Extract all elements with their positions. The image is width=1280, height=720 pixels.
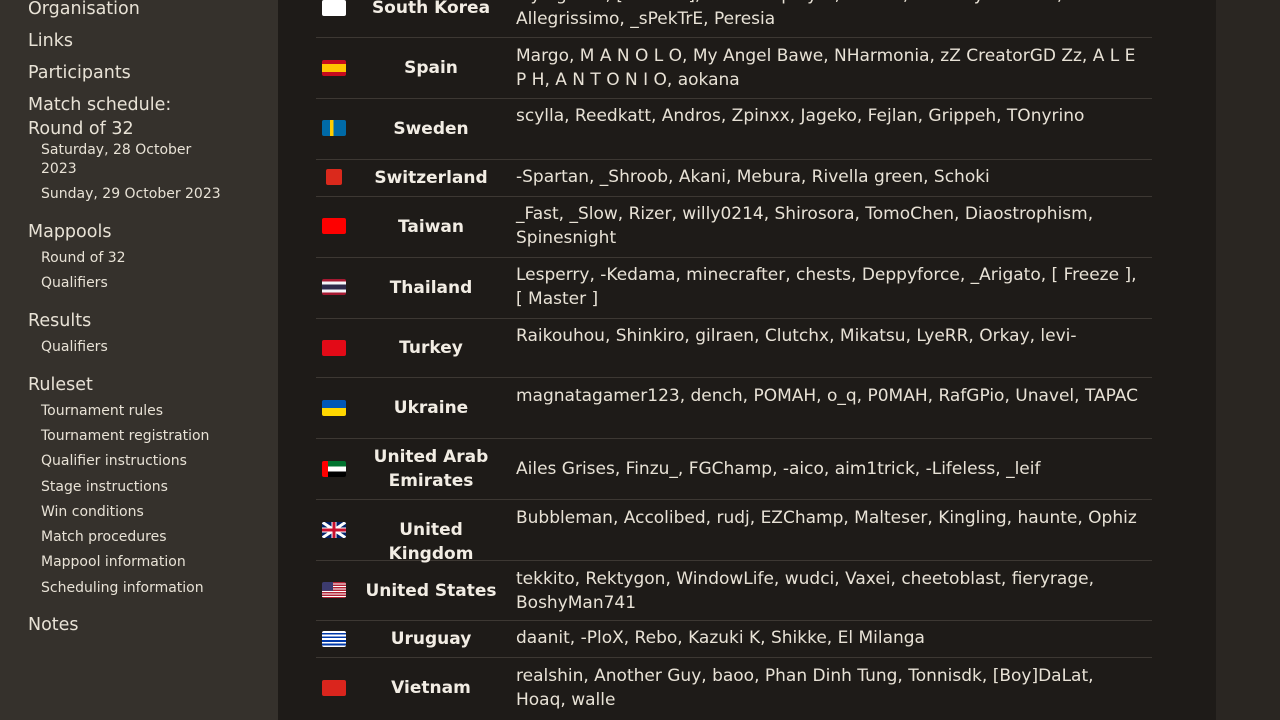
nav-rule-item[interactable]: Stage instructions <box>41 478 168 497</box>
flag-icon <box>322 279 346 295</box>
nav-mappool-ro32[interactable]: Round of 32 <box>41 249 126 268</box>
country-name: Sweden <box>393 119 469 139</box>
country-name: Vietnam <box>391 678 471 698</box>
table-row: Switzerland -Spartan, _Shroob, Akani, Me… <box>316 160 1152 197</box>
table-row: Ukraine magnatagamer123, dench, POMAH, o… <box>316 378 1152 439</box>
page-margin <box>1216 0 1280 720</box>
nav-round-of-32[interactable]: Round of 32 <box>28 117 134 141</box>
players-list: _Fast, _Slow, Rizer, willy0214, Shirosor… <box>516 204 1094 248</box>
players-list: scylla, Reedkatt, Andros, Zpinxx, Jageko… <box>516 106 1085 126</box>
country-name: United Arab Emirates <box>373 447 489 491</box>
country-name: Thailand <box>389 278 473 298</box>
players-list: Lesperry, -Kedama, minecrafter, chests, … <box>516 265 1137 309</box>
nav-rule-item[interactable]: Match procedures <box>41 528 167 547</box>
country-name: Turkey <box>399 338 463 358</box>
table-row: Spain Margo, M A N O L O, My Angel Bawe,… <box>316 38 1152 99</box>
players-list: tekkito, Rektygon, WindowLife, wudci, Va… <box>516 569 1094 613</box>
flag-icon <box>322 120 346 136</box>
flag-icon <box>322 60 346 76</box>
nav-mappools[interactable]: Mappools <box>28 220 111 244</box>
table-row: South Korea Flyingtuna, [Karcher], worst… <box>316 0 1152 38</box>
flag-icon <box>322 400 346 416</box>
flag-icon <box>322 631 346 647</box>
players-list: magnatagamer123, dench, POMAH, o_q, P0MA… <box>516 386 1139 406</box>
table-row: Thailand Lesperry, -Kedama, minecrafter,… <box>316 258 1152 319</box>
country-name: Taiwan <box>398 217 464 237</box>
nav-results-qualifiers[interactable]: Qualifiers <box>41 338 108 357</box>
nav-rule-item[interactable]: Qualifier instructions <box>41 452 187 471</box>
players-list: Flyingtuna, [Karcher], worst hr player, … <box>516 0 1062 29</box>
nav-rule-item[interactable]: Tournament rules <box>41 402 163 421</box>
table-row: United Kingdom Bubbleman, Accolibed, rud… <box>316 500 1152 564</box>
players-list: -Spartan, _Shroob, Akani, Mebura, Rivell… <box>516 167 990 187</box>
players-list: Margo, M A N O L O, My Angel Bawe, NHarm… <box>516 46 1136 90</box>
sidebar-nav: Organisation Links Participants Match sc… <box>0 0 278 720</box>
flag-icon <box>322 522 346 538</box>
players-list: Bubbleman, Accolibed, rudj, EZChamp, Mal… <box>516 508 1137 528</box>
table-row: United Arab Emirates Ailes Grises, Finzu… <box>316 439 1152 500</box>
players-list: realshin, Another Guy, baoo, Phan Dinh T… <box>516 666 1094 710</box>
flag-icon <box>322 0 346 16</box>
players-list: Ailes Grises, Finzu_, FGChamp, -aico, ai… <box>516 459 1041 479</box>
nav-rule-item[interactable]: Mappool information <box>41 553 186 572</box>
flag-icon <box>322 340 346 356</box>
country-name: Switzerland <box>374 168 488 188</box>
nav-sunday[interactable]: Sunday, 29 October 2023 <box>41 185 221 204</box>
players-list: Raikouhou, Shinkiro, gilraen, Clutchx, M… <box>516 326 1077 346</box>
nav-organisation[interactable]: Organisation <box>28 0 140 21</box>
table-row: Sweden scylla, Reedkatt, Andros, Zpinxx,… <box>316 99 1152 160</box>
nav-rule-item[interactable]: Tournament registration <box>41 427 209 446</box>
table-row: Turkey Raikouhou, Shinkiro, gilraen, Clu… <box>316 319 1152 378</box>
country-name: United Kingdom <box>388 520 474 564</box>
nav-rule-item[interactable]: Scheduling information <box>41 579 204 598</box>
table-row: Taiwan _Fast, _Slow, Rizer, willy0214, S… <box>316 197 1152 258</box>
nav-participants[interactable]: Participants <box>28 61 131 85</box>
nav-results[interactable]: Results <box>28 309 91 333</box>
nav-ruleset[interactable]: Ruleset <box>28 373 93 397</box>
nav-notes[interactable]: Notes <box>28 613 79 637</box>
flag-icon <box>322 218 346 234</box>
table-row: Uruguay daanit, -PloX, Rebo, Kazuki K, S… <box>316 621 1152 658</box>
players-list: daanit, -PloX, Rebo, Kazuki K, Shikke, E… <box>516 628 925 648</box>
country-name: United States <box>365 581 497 601</box>
nav-rule-item[interactable]: Win conditions <box>41 503 144 522</box>
country-name: Ukraine <box>393 398 469 418</box>
nav-saturday[interactable]: Saturday, 28 October 2023 <box>41 141 231 179</box>
table-row: United States tekkito, Rektygon, WindowL… <box>316 561 1152 621</box>
table-row: Vietnam realshin, Another Guy, baoo, Pha… <box>316 658 1152 720</box>
nav-links[interactable]: Links <box>28 29 73 53</box>
country-name: Spain <box>404 58 458 78</box>
flag-icon <box>322 680 346 696</box>
nav-match-schedule[interactable]: Match schedule: <box>28 93 171 117</box>
nav-mappool-qualifiers[interactable]: Qualifiers <box>41 274 108 293</box>
country-name: Uruguay <box>390 629 472 649</box>
country-name: South Korea <box>371 0 491 18</box>
flag-icon <box>326 169 342 185</box>
flag-icon <box>322 461 346 477</box>
flag-icon <box>322 582 346 598</box>
